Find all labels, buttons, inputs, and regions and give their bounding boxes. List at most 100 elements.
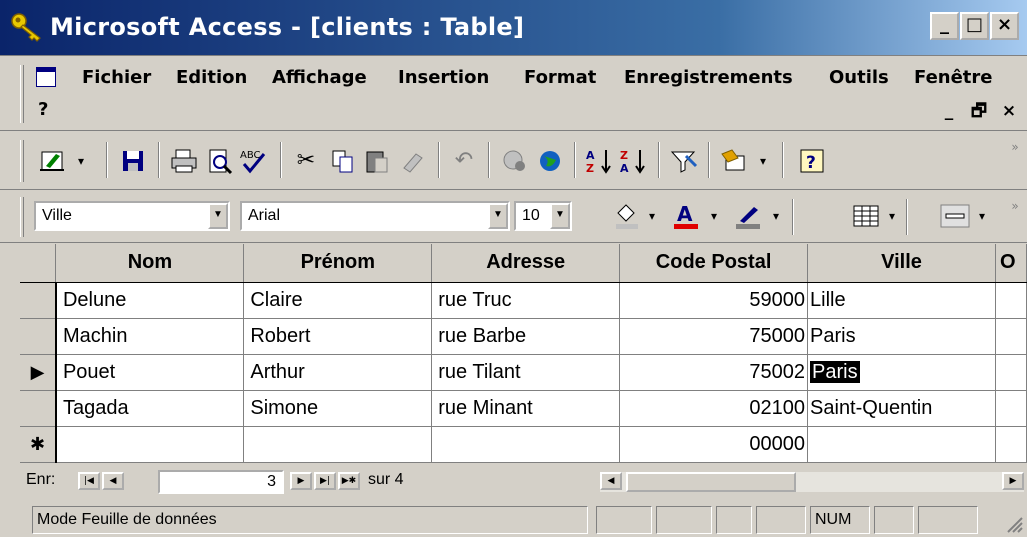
copy-icon[interactable] <box>328 146 358 176</box>
spelling-icon[interactable]: ABC <box>238 146 270 176</box>
menu-help[interactable]: ? <box>38 99 48 120</box>
toolbar-overflow-icon[interactable]: » <box>1006 191 1024 221</box>
undo-icon[interactable]: ↶ <box>450 146 478 176</box>
table-row-current[interactable]: ▶ Pouet Arthur rue Tilant 75002 Paris <box>20 354 1027 391</box>
first-record-button[interactable]: |◀ <box>78 472 100 490</box>
table-row[interactable]: Machin Robert rue Barbe 75000 Paris <box>20 318 1027 355</box>
insert-hyperlink-icon[interactable] <box>500 146 530 176</box>
restore-button[interactable]: □ <box>960 12 989 40</box>
record-selector[interactable] <box>20 318 57 355</box>
column-header-prenom[interactable]: Prénom <box>243 244 433 283</box>
column-header-ville[interactable]: Ville <box>807 244 996 283</box>
menu-fenetre[interactable]: Fenêtre <box>914 67 993 88</box>
current-record-icon[interactable]: ▶ <box>20 354 57 391</box>
special-effect-icon[interactable] <box>938 201 972 231</box>
cell-ville[interactable]: Paris <box>807 318 996 355</box>
doc-restore-button[interactable]: 🗗 <box>966 101 992 123</box>
fill-color-dropdown-icon[interactable]: ▾ <box>644 201 660 231</box>
minimize-button[interactable]: _ <box>930 12 959 40</box>
cell-nom[interactable]: Tagada <box>55 390 245 427</box>
fill-color-icon[interactable] <box>612 201 642 231</box>
field-selector[interactable]: Ville ▼ <box>34 201 230 231</box>
new-record-row[interactable]: ✱ 00000 <box>20 426 1027 463</box>
column-header-code-postal[interactable]: Code Postal <box>619 244 809 283</box>
cell-partial[interactable] <box>995 390 1027 427</box>
cell-nom[interactable] <box>55 426 245 463</box>
cut-icon[interactable]: ✂ <box>292 146 320 176</box>
cell-prenom[interactable]: Simone <box>243 390 433 427</box>
doc-minimize-button[interactable]: _ <box>936 101 962 123</box>
previous-record-button[interactable]: ◀ <box>102 472 124 490</box>
cell-partial[interactable] <box>995 426 1027 463</box>
current-record-field[interactable]: 3 <box>158 470 284 494</box>
gridlines-icon[interactable] <box>850 201 882 231</box>
help-icon[interactable]: ? <box>796 146 828 176</box>
chevron-down-icon[interactable]: ▼ <box>550 203 570 229</box>
sort-ascending-icon[interactable]: A Z <box>584 146 616 176</box>
web-toolbar-icon[interactable] <box>536 146 566 176</box>
scroll-left-icon[interactable]: ◀ <box>600 472 622 490</box>
font-color-dropdown-icon[interactable]: ▾ <box>706 201 722 231</box>
new-record-icon[interactable]: ✱ <box>20 426 57 463</box>
menu-outils[interactable]: Outils <box>829 67 889 88</box>
cell-code-postal[interactable]: 75000 <box>619 318 809 355</box>
view-design-icon[interactable] <box>38 146 70 176</box>
chevron-down-icon[interactable]: ▼ <box>488 203 508 229</box>
cell-code-postal[interactable]: 00000 <box>619 426 809 463</box>
menu-enregistrements[interactable]: Enregistrements <box>624 67 793 88</box>
cell-prenom[interactable] <box>243 426 433 463</box>
menu-insertion[interactable]: Insertion <box>398 67 489 88</box>
toolbar-grip[interactable] <box>20 140 24 182</box>
cell-adresse[interactable]: rue Barbe <box>431 318 621 355</box>
resize-grip-icon[interactable] <box>1004 514 1024 534</box>
toolbar-grip[interactable] <box>20 197 24 237</box>
cell-prenom[interactable]: Claire <box>243 282 433 319</box>
cell-adresse[interactable]: rue Minant <box>431 390 621 427</box>
cell-partial[interactable] <box>995 282 1027 319</box>
new-object-icon[interactable] <box>718 146 752 176</box>
chevron-down-icon[interactable]: ▼ <box>208 203 228 229</box>
doc-close-button[interactable]: × <box>996 101 1022 123</box>
cell-adresse[interactable]: rue Truc <box>431 282 621 319</box>
column-header-partial[interactable]: O <box>995 244 1027 283</box>
filter-by-selection-icon[interactable] <box>668 146 700 176</box>
cell-partial[interactable] <box>995 318 1027 355</box>
table-doc-icon[interactable] <box>36 67 56 87</box>
paste-icon[interactable] <box>362 146 392 176</box>
toolbar-overflow-icon[interactable]: » <box>1006 132 1024 162</box>
cell-nom[interactable]: Pouet <box>55 354 245 391</box>
cell-prenom[interactable]: Robert <box>243 318 433 355</box>
horizontal-scrollbar[interactable]: ◀ ▶ <box>600 472 1024 492</box>
cell-ville[interactable]: Saint-Quentin <box>807 390 996 427</box>
table-row[interactable]: Delune Claire rue Truc 59000 Lille <box>20 282 1027 319</box>
print-preview-icon[interactable] <box>204 146 236 176</box>
format-painter-icon[interactable] <box>398 146 428 176</box>
cell-code-postal[interactable]: 75002 <box>619 354 809 391</box>
new-record-button[interactable]: ▶✱ <box>338 472 360 490</box>
save-icon[interactable] <box>118 146 148 176</box>
font-selector[interactable]: Arial ▼ <box>240 201 510 231</box>
view-dropdown-icon[interactable]: ▾ <box>72 146 90 176</box>
cell-code-postal[interactable]: 59000 <box>619 282 809 319</box>
menu-format[interactable]: Format <box>524 67 596 88</box>
cell-ville[interactable] <box>807 426 996 463</box>
cell-adresse[interactable] <box>431 426 621 463</box>
scroll-thumb[interactable] <box>626 472 796 492</box>
column-header-nom[interactable]: Nom <box>55 244 245 283</box>
next-record-button[interactable]: ▶ <box>290 472 312 490</box>
column-header-adresse[interactable]: Adresse <box>431 244 621 283</box>
cell-adresse[interactable]: rue Tilant <box>431 354 621 391</box>
record-selector[interactable] <box>20 282 57 319</box>
last-record-button[interactable]: ▶| <box>314 472 336 490</box>
cell-nom[interactable]: Delune <box>55 282 245 319</box>
record-selector[interactable] <box>20 390 57 427</box>
menu-fichier[interactable]: Fichier <box>82 67 151 88</box>
gridlines-dropdown-icon[interactable]: ▾ <box>884 201 900 231</box>
cell-partial[interactable] <box>995 354 1027 391</box>
scroll-right-icon[interactable]: ▶ <box>1002 472 1024 490</box>
font-size-selector[interactable]: 10 ▼ <box>514 201 572 231</box>
cell-code-postal[interactable]: 02100 <box>619 390 809 427</box>
new-object-dropdown-icon[interactable]: ▾ <box>754 146 772 176</box>
menu-affichage[interactable]: Affichage <box>272 67 367 88</box>
menu-grip[interactable] <box>20 65 24 123</box>
